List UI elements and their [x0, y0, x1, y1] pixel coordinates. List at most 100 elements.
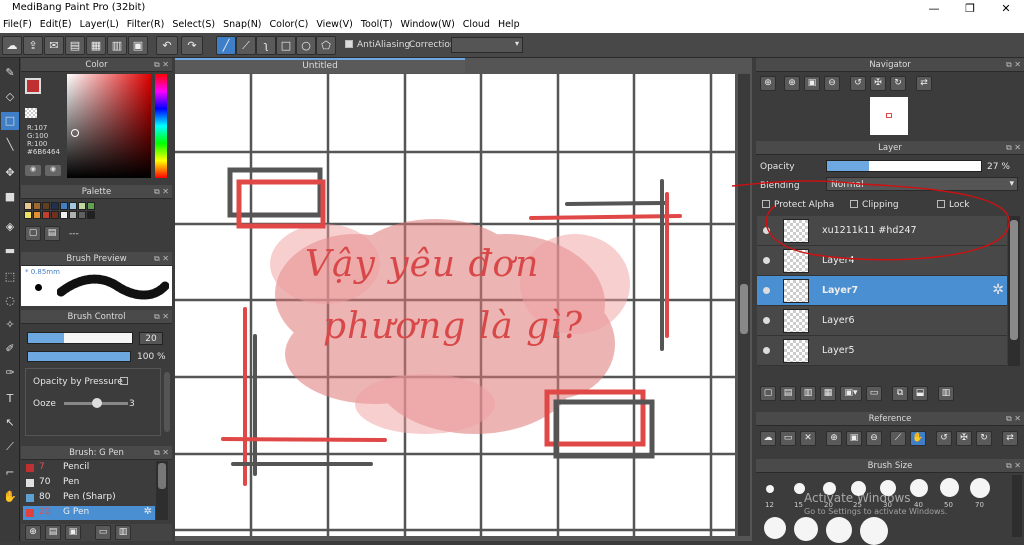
- menu-snap[interactable]: Snap(N): [220, 17, 266, 30]
- close-button[interactable]: ✕: [988, 0, 1024, 17]
- move-tool-icon[interactable]: ✥: [1, 164, 19, 182]
- hue-slider[interactable]: [155, 74, 167, 178]
- menu-select[interactable]: Select(S): [169, 17, 220, 30]
- brush-opacity-slider[interactable]: [27, 351, 131, 362]
- brush-list-scrollbar[interactable]: [156, 461, 168, 520]
- menu-tool[interactable]: Tool(T): [358, 17, 398, 30]
- rotate-left-icon[interactable]: ↺: [936, 431, 952, 446]
- gear-icon[interactable]: ✲: [992, 282, 1004, 298]
- brush-size-large[interactable]: [764, 517, 786, 539]
- flip-icon[interactable]: ⇄: [1002, 431, 1018, 446]
- share-icon[interactable]: ⇪: [23, 36, 43, 55]
- folder-icon[interactable]: ▭: [866, 386, 882, 401]
- eraser-tool-icon[interactable]: ◇: [1, 88, 19, 106]
- rotate-right-icon[interactable]: ↻: [890, 76, 906, 91]
- flip-icon[interactable]: ⇄: [916, 76, 932, 91]
- palette-swatch[interactable]: [78, 211, 86, 219]
- eye-icon[interactable]: [763, 317, 770, 324]
- delete-palette-icon[interactable]: ▤: [44, 226, 60, 241]
- brush-tool-icon[interactable]: ✎: [1, 64, 19, 82]
- undo-icon[interactable]: ↶: [156, 36, 178, 55]
- rotate-left-icon[interactable]: ↺: [850, 76, 866, 91]
- layers-icon[interactable]: ▥: [107, 36, 127, 55]
- fit-screen-icon[interactable]: ▣: [804, 76, 820, 91]
- close-reference-icon[interactable]: ✕: [800, 431, 816, 446]
- comment-icon[interactable]: ✉: [44, 36, 64, 55]
- palette-swatch[interactable]: [51, 202, 59, 210]
- brush-size-value[interactable]: 20: [139, 332, 163, 345]
- layer-menu-icon[interactable]: ▣▾: [840, 386, 862, 401]
- correction-select[interactable]: ▾: [451, 37, 523, 53]
- transparent-swatch[interactable]: [25, 108, 37, 118]
- brush-control-scrollbar[interactable]: [164, 372, 170, 432]
- palette-swatch[interactable]: [42, 211, 50, 219]
- fit-icon[interactable]: ✠: [870, 76, 886, 91]
- new-layer-icon[interactable]: ▢: [760, 386, 776, 401]
- fill-rect-tool-icon[interactable]: ■: [1, 188, 19, 206]
- eyedropper-icon[interactable]: ⟋: [890, 431, 906, 446]
- menu-file[interactable]: File(F): [0, 17, 37, 30]
- panel-options-icon[interactable]: ⧉ ✕: [154, 310, 169, 324]
- bucket-tool-icon[interactable]: ◈: [1, 218, 19, 236]
- menu-edit[interactable]: Edit(E): [37, 17, 77, 30]
- menu-window[interactable]: Window(W): [398, 17, 460, 30]
- color-mode-icon[interactable]: ◉: [25, 165, 41, 176]
- text-tool-icon[interactable]: T: [1, 390, 19, 408]
- dot-tool-icon[interactable]: ╲: [1, 136, 19, 154]
- ellipse-tool-icon[interactable]: ○: [296, 36, 316, 55]
- brush-size-50[interactable]: [940, 478, 959, 497]
- layer-row-layer7[interactable]: Layer7 ✲: [757, 276, 1007, 306]
- brush-size-12[interactable]: [766, 485, 774, 493]
- canvas-vertical-scrollbar[interactable]: [738, 74, 750, 536]
- shape-tool-icon[interactable]: □: [1, 112, 19, 130]
- polygon-tool-icon[interactable]: ⬠: [316, 36, 336, 55]
- eye-icon[interactable]: [763, 347, 770, 354]
- brush-folder-icon[interactable]: ▭: [95, 525, 111, 540]
- hand-tool-icon[interactable]: ✋: [1, 488, 19, 506]
- layer-opacity-slider[interactable]: [826, 160, 982, 172]
- add-palette-icon[interactable]: ▢: [25, 226, 41, 241]
- menu-filter[interactable]: Filter(R): [124, 17, 170, 30]
- polyline-tool-icon[interactable]: ⟋: [236, 36, 256, 55]
- message-icon[interactable]: ▤: [65, 36, 85, 55]
- rotate-right-icon[interactable]: ↻: [976, 431, 992, 446]
- navigator-thumbnail[interactable]: [870, 97, 908, 135]
- fit-icon[interactable]: ✠: [956, 431, 972, 446]
- line-tool-icon[interactable]: ╱: [216, 36, 236, 55]
- palette-swatch[interactable]: [33, 202, 41, 210]
- grid-icon[interactable]: ▣: [128, 36, 148, 55]
- ooze-slider-handle[interactable]: [92, 398, 102, 408]
- palette-swatch[interactable]: [42, 202, 50, 210]
- palette-swatch[interactable]: [69, 202, 77, 210]
- saturation-value-picker[interactable]: [67, 74, 151, 178]
- menu-view[interactable]: View(V): [313, 17, 357, 30]
- panel-options-icon[interactable]: ⧉ ✕: [154, 446, 169, 460]
- eye-icon[interactable]: [763, 287, 770, 294]
- select-tool-icon[interactable]: ⬚: [1, 268, 19, 286]
- palette-swatch[interactable]: [87, 202, 95, 210]
- palette-swatch[interactable]: [60, 211, 68, 219]
- zoom-in-alt-icon[interactable]: ⊕: [784, 76, 800, 91]
- palette-swatch[interactable]: [60, 202, 68, 210]
- menu-layer[interactable]: Layer(L): [77, 17, 124, 30]
- layer-row-layer6[interactable]: Layer6: [757, 306, 1007, 336]
- magic-wand-icon[interactable]: ✧: [1, 316, 19, 334]
- palette-swatch[interactable]: [24, 202, 32, 210]
- delete-layer-icon[interactable]: ▥: [938, 386, 954, 401]
- brush-copy-icon[interactable]: ▣: [65, 525, 81, 540]
- open-reference-icon[interactable]: ▭: [780, 431, 796, 446]
- color-add-icon[interactable]: ◉: [45, 165, 61, 176]
- palette-swatch[interactable]: [69, 211, 77, 219]
- panel-options-icon[interactable]: ⧉ ✕: [1006, 412, 1021, 426]
- merge-layer-icon[interactable]: ⬓: [912, 386, 928, 401]
- rectangle-tool-icon[interactable]: □: [276, 36, 296, 55]
- brush-item-pencil[interactable]: 7 Pencil: [23, 461, 155, 475]
- lasso-tool-icon[interactable]: ◌: [1, 292, 19, 310]
- cloud-icon[interactable]: ☁: [2, 36, 22, 55]
- layer-row-layer5[interactable]: Layer5: [757, 336, 1007, 366]
- minimize-button[interactable]: —: [916, 0, 952, 17]
- brush-size-70[interactable]: [970, 478, 990, 498]
- panel-options-icon[interactable]: ⧉ ✕: [154, 58, 169, 72]
- brush-size-slider[interactable]: [27, 332, 133, 344]
- new-1bit-layer-icon[interactable]: ▦: [820, 386, 836, 401]
